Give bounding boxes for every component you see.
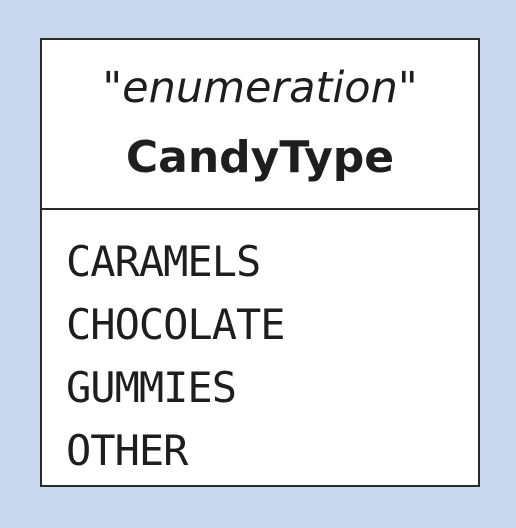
stereotype-label: "enumeration": [102, 63, 418, 113]
class-name: CandyType: [125, 132, 395, 183]
literal-gummies: GUMMIES: [66, 363, 237, 412]
literal-other: OTHER: [66, 426, 188, 475]
class-header: "enumeration" CandyType: [42, 40, 478, 210]
enumeration-class-box: "enumeration" CandyType CARAMELS CHOCOLA…: [40, 38, 480, 487]
literal-chocolate: CHOCOLATE: [66, 300, 286, 349]
enumeration-literals: CARAMELS CHOCOLATE GUMMIES OTHER: [42, 210, 478, 482]
literal-caramels: CARAMELS: [66, 237, 261, 286]
